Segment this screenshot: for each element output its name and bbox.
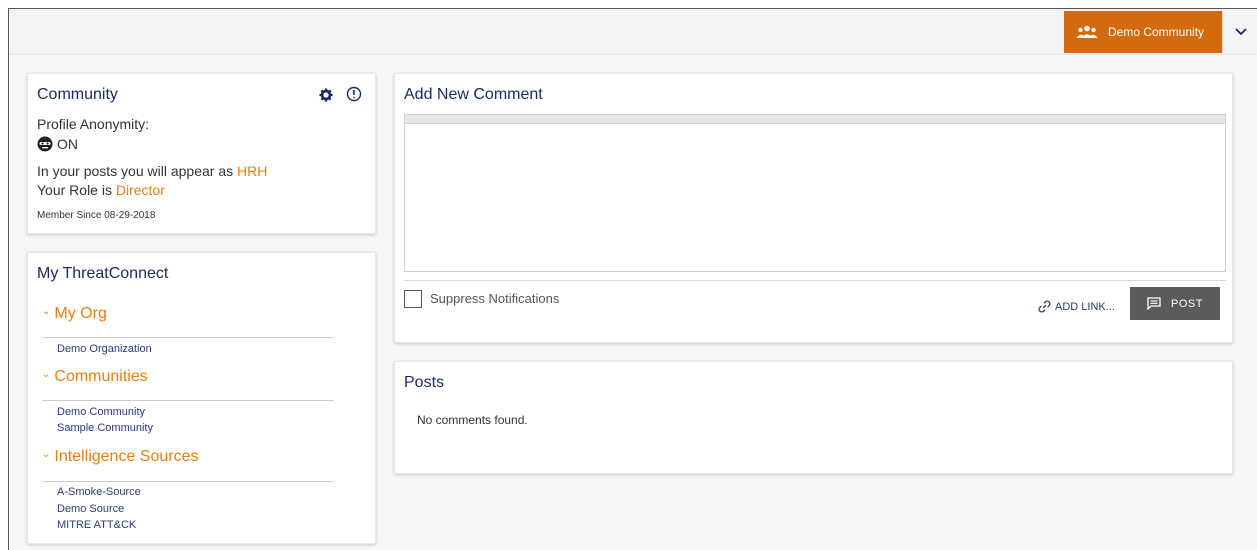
divider: [42, 400, 334, 401]
chevron-down-icon: ⌄: [42, 306, 51, 317]
list-item-link[interactable]: Demo Source: [57, 503, 124, 515]
users-icon: [1076, 25, 1098, 38]
role-value: Director: [115, 182, 165, 198]
posts-title: Posts: [404, 374, 445, 391]
member-since: Member Since 08-29-2018: [37, 210, 156, 221]
section-my-org-toggle[interactable]: ⌄ My Org: [42, 305, 107, 323]
appear-as-line: In your posts you will appear as HRH: [37, 163, 267, 179]
gear-icon[interactable]: [319, 88, 333, 102]
top-bar: Demo Community: [9, 9, 1257, 55]
my-threatconnect-card: My ThreatConnect ⌄ My Org Demo Organizati…: [27, 252, 376, 544]
appear-as-prefix: In your posts you will appear as: [37, 163, 237, 179]
role-prefix: Your Role is: [37, 182, 116, 198]
suppress-notifications-checkbox[interactable]: [404, 290, 422, 308]
add-comment-card: Add New Comment Suppress Notifications A…: [394, 73, 1233, 343]
list-item-link[interactable]: Sample Community: [57, 422, 153, 434]
section-communities-toggle[interactable]: ⌄ Communities: [42, 368, 148, 386]
my-threatconnect-title: My ThreatConnect: [37, 265, 169, 282]
chevron-down-icon: [1234, 28, 1247, 36]
editor-toolbar: [405, 115, 1225, 124]
add-comment-title: Add New Comment: [404, 86, 543, 103]
suppress-notifications-label: Suppress Notifications: [430, 291, 560, 306]
app-frame: Demo Community Community Profile Anonymi…: [8, 8, 1257, 550]
posts-empty-message: No comments found.: [417, 413, 528, 427]
community-switcher-label: Demo Community: [1108, 25, 1205, 39]
community-card: Community Profile Anonymity: ON In your …: [27, 73, 376, 234]
chevron-down-icon: ⌄: [42, 369, 51, 380]
section-intelligence-sources-toggle[interactable]: ⌄ Intelligence Sources: [42, 448, 198, 466]
section-label: My Org: [54, 305, 107, 322]
list-item-link[interactable]: A-Smoke-Source: [57, 486, 141, 498]
add-link-label: ADD LINK...: [1055, 300, 1115, 313]
posts-card: Posts No comments found.: [394, 361, 1233, 474]
link-icon: [1038, 300, 1051, 313]
post-button[interactable]: POST: [1130, 287, 1220, 320]
section-label: Communities: [54, 368, 148, 385]
post-label: POST: [1171, 297, 1203, 310]
divider: [42, 337, 334, 338]
profile-anonymity-label: Profile Anonymity:: [37, 116, 150, 132]
community-switcher-button[interactable]: Demo Community: [1064, 11, 1222, 53]
community-dropdown-toggle[interactable]: [1222, 11, 1257, 53]
community-card-title: Community: [37, 86, 118, 103]
role-line: Your Role is Director: [37, 182, 165, 198]
list-item-link[interactable]: MITRE ATT&CK: [57, 519, 136, 531]
anonymous-mask-icon: [37, 136, 53, 152]
section-label: Intelligence Sources: [54, 448, 199, 465]
anonymity-state: ON: [57, 136, 78, 152]
appear-as-value: HRH: [237, 163, 268, 179]
chevron-down-icon: ⌄: [42, 449, 51, 460]
info-icon[interactable]: [346, 86, 362, 102]
list-item-link[interactable]: Demo Community: [57, 406, 145, 418]
divider: [404, 280, 1226, 281]
comment-editor[interactable]: [404, 114, 1226, 272]
divider: [42, 481, 334, 482]
list-item-link[interactable]: Demo Organization: [57, 343, 152, 355]
add-link-button[interactable]: ADD LINK...: [1038, 300, 1115, 313]
anonymity-status: ON: [37, 136, 78, 152]
comment-icon: [1147, 297, 1161, 310]
